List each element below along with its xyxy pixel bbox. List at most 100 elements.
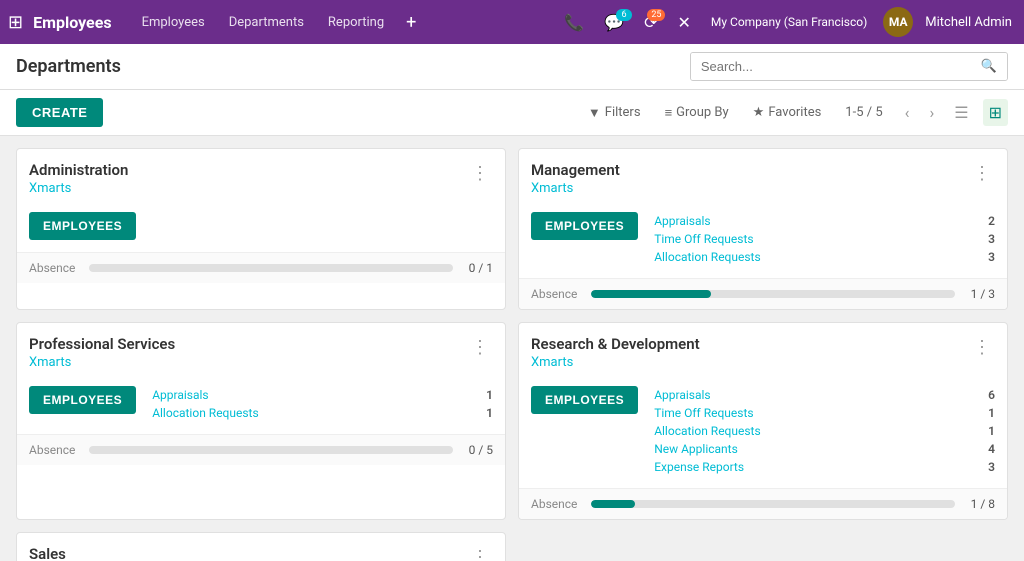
stat-label[interactable]: Time Off Requests: [654, 406, 753, 420]
refresh-badge: 25: [647, 9, 665, 21]
nav-employees[interactable]: Employees: [132, 11, 215, 34]
card-stats: Appraisals 2 Time Off Requests 3 Allocat…: [654, 212, 995, 266]
card-footer: Absence 0 / 1: [17, 252, 505, 283]
card-body: EMPLOYEES Appraisals 1 Allocation Reques…: [17, 378, 505, 434]
absence-progress-fill: [591, 290, 711, 298]
card-footer: Absence 0 / 5: [17, 434, 505, 465]
groupby-icon: ≡: [665, 105, 673, 121]
stat-label[interactable]: Appraisals: [152, 388, 208, 402]
card-title-group: Professional Services Xmarts: [29, 335, 175, 370]
search-input[interactable]: [691, 53, 971, 80]
card-menu-icon[interactable]: ⋮: [467, 545, 493, 561]
department-card-partial: Sales ⋮: [16, 532, 506, 561]
card-title-group: Research & Development Xmarts: [531, 335, 700, 370]
next-page-button[interactable]: ›: [923, 99, 940, 126]
absence-label: Absence: [531, 287, 581, 301]
card-header: Sales ⋮: [17, 533, 505, 561]
stat-row: Time Off Requests 3: [654, 230, 995, 248]
stat-row: Time Off Requests 1: [654, 404, 995, 422]
absence-count: 0 / 5: [463, 443, 493, 457]
absence-progress-bg: [591, 290, 955, 298]
stat-label[interactable]: Appraisals: [654, 388, 710, 402]
chat-icon[interactable]: 💬 6: [596, 9, 632, 36]
card-stats: Appraisals 1 Allocation Requests 1: [152, 386, 493, 422]
star-icon: ★: [753, 105, 765, 120]
tools-icon[interactable]: ✕: [669, 9, 698, 36]
card-title-group: Sales: [29, 545, 66, 561]
card-menu-icon[interactable]: ⋮: [969, 335, 995, 360]
app-title: Employees: [33, 13, 111, 32]
stat-value: 4: [988, 442, 995, 456]
stat-row: Allocation Requests 1: [152, 404, 493, 422]
absence-label: Absence: [29, 443, 79, 457]
list-view-button[interactable]: ☰: [948, 99, 974, 126]
card-menu-icon[interactable]: ⋮: [467, 161, 493, 186]
card-header: Professional Services Xmarts ⋮: [17, 323, 505, 378]
stat-value: 3: [988, 460, 995, 474]
absence-label: Absence: [29, 261, 79, 275]
phone-icon[interactable]: 📞: [556, 9, 592, 36]
card-title-group: Management Xmarts: [531, 161, 620, 196]
employees-button[interactable]: EMPLOYEES: [531, 212, 638, 240]
card-footer: Absence 1 / 8: [519, 488, 1007, 519]
stat-row: Allocation Requests 3: [654, 248, 995, 266]
card-header: Management Xmarts ⋮: [519, 149, 1007, 204]
stat-label[interactable]: Allocation Requests: [654, 424, 760, 438]
stat-label[interactable]: Appraisals: [654, 214, 710, 228]
department-company: Xmarts: [29, 355, 175, 370]
create-button[interactable]: CREATE: [16, 98, 103, 127]
card-title-group: Administration Xmarts: [29, 161, 128, 196]
toolbar: CREATE ▼ Filters ≡ Group By ★ Favorites …: [0, 90, 1024, 136]
kanban-view-button[interactable]: ⊞: [983, 99, 1008, 126]
card-header: Research & Development Xmarts ⋮: [519, 323, 1007, 378]
department-company: Xmarts: [29, 181, 128, 196]
stat-row: Expense Reports 3: [654, 458, 995, 476]
favorites-button[interactable]: ★ Favorites: [745, 101, 830, 124]
employees-button[interactable]: EMPLOYEES: [531, 386, 638, 414]
stat-label[interactable]: Time Off Requests: [654, 232, 753, 246]
department-name: Management: [531, 161, 620, 179]
absence-count: 1 / 3: [965, 287, 995, 301]
stat-row: New Applicants 4: [654, 440, 995, 458]
top-navigation: ⊞ Employees Employees Departments Report…: [0, 0, 1024, 44]
user-name: Mitchell Admin: [921, 11, 1016, 34]
card-body: EMPLOYEES Appraisals 2 Time Off Requests…: [519, 204, 1007, 278]
department-card: Research & Development Xmarts ⋮ EMPLOYEE…: [518, 322, 1008, 520]
stat-label[interactable]: Expense Reports: [654, 460, 744, 474]
search-icon[interactable]: 🔍: [971, 53, 1007, 80]
grid-icon[interactable]: ⊞: [8, 12, 23, 33]
groupby-button[interactable]: ≡ Group By: [657, 101, 737, 125]
pagination-info: 1-5 / 5: [837, 105, 890, 120]
department-card: Professional Services Xmarts ⋮ EMPLOYEES…: [16, 322, 506, 520]
avatar[interactable]: MA: [883, 7, 913, 37]
departments-grid: Administration Xmarts ⋮ EMPLOYEES Absenc…: [16, 148, 1008, 561]
chat-badge: 6: [616, 9, 632, 21]
filters-button[interactable]: ▼ Filters: [580, 101, 649, 125]
stat-label[interactable]: New Applicants: [654, 442, 738, 456]
stat-value: 3: [988, 250, 995, 264]
absence-count: 1 / 8: [965, 497, 995, 511]
card-body: EMPLOYEES: [17, 204, 505, 252]
refresh-icon[interactable]: ⟳ 25: [636, 9, 665, 36]
stat-label[interactable]: Allocation Requests: [654, 250, 760, 264]
nav-departments[interactable]: Departments: [219, 11, 314, 34]
card-menu-icon[interactable]: ⋮: [969, 161, 995, 186]
stat-row: Appraisals 2: [654, 212, 995, 230]
department-name: Research & Development: [531, 335, 700, 353]
employees-button[interactable]: EMPLOYEES: [29, 386, 136, 414]
absence-progress-fill: [591, 500, 635, 508]
stat-value: 1: [988, 406, 995, 420]
employees-button[interactable]: EMPLOYEES: [29, 212, 136, 240]
card-stats: Appraisals 6 Time Off Requests 1 Allocat…: [654, 386, 995, 476]
add-menu-icon[interactable]: +: [398, 8, 424, 37]
nav-reporting[interactable]: Reporting: [318, 11, 394, 34]
page-content: Departments 🔍 CREATE ▼ Filters ≡ Group B…: [0, 44, 1024, 561]
filter-icon: ▼: [588, 105, 601, 121]
prev-page-button[interactable]: ‹: [899, 99, 916, 126]
absence-label: Absence: [531, 497, 581, 511]
company-name: My Company (San Francisco): [703, 11, 875, 33]
page-header: Departments 🔍: [0, 44, 1024, 90]
department-name: Professional Services: [29, 335, 175, 353]
stat-label[interactable]: Allocation Requests: [152, 406, 258, 420]
card-menu-icon[interactable]: ⋮: [467, 335, 493, 360]
